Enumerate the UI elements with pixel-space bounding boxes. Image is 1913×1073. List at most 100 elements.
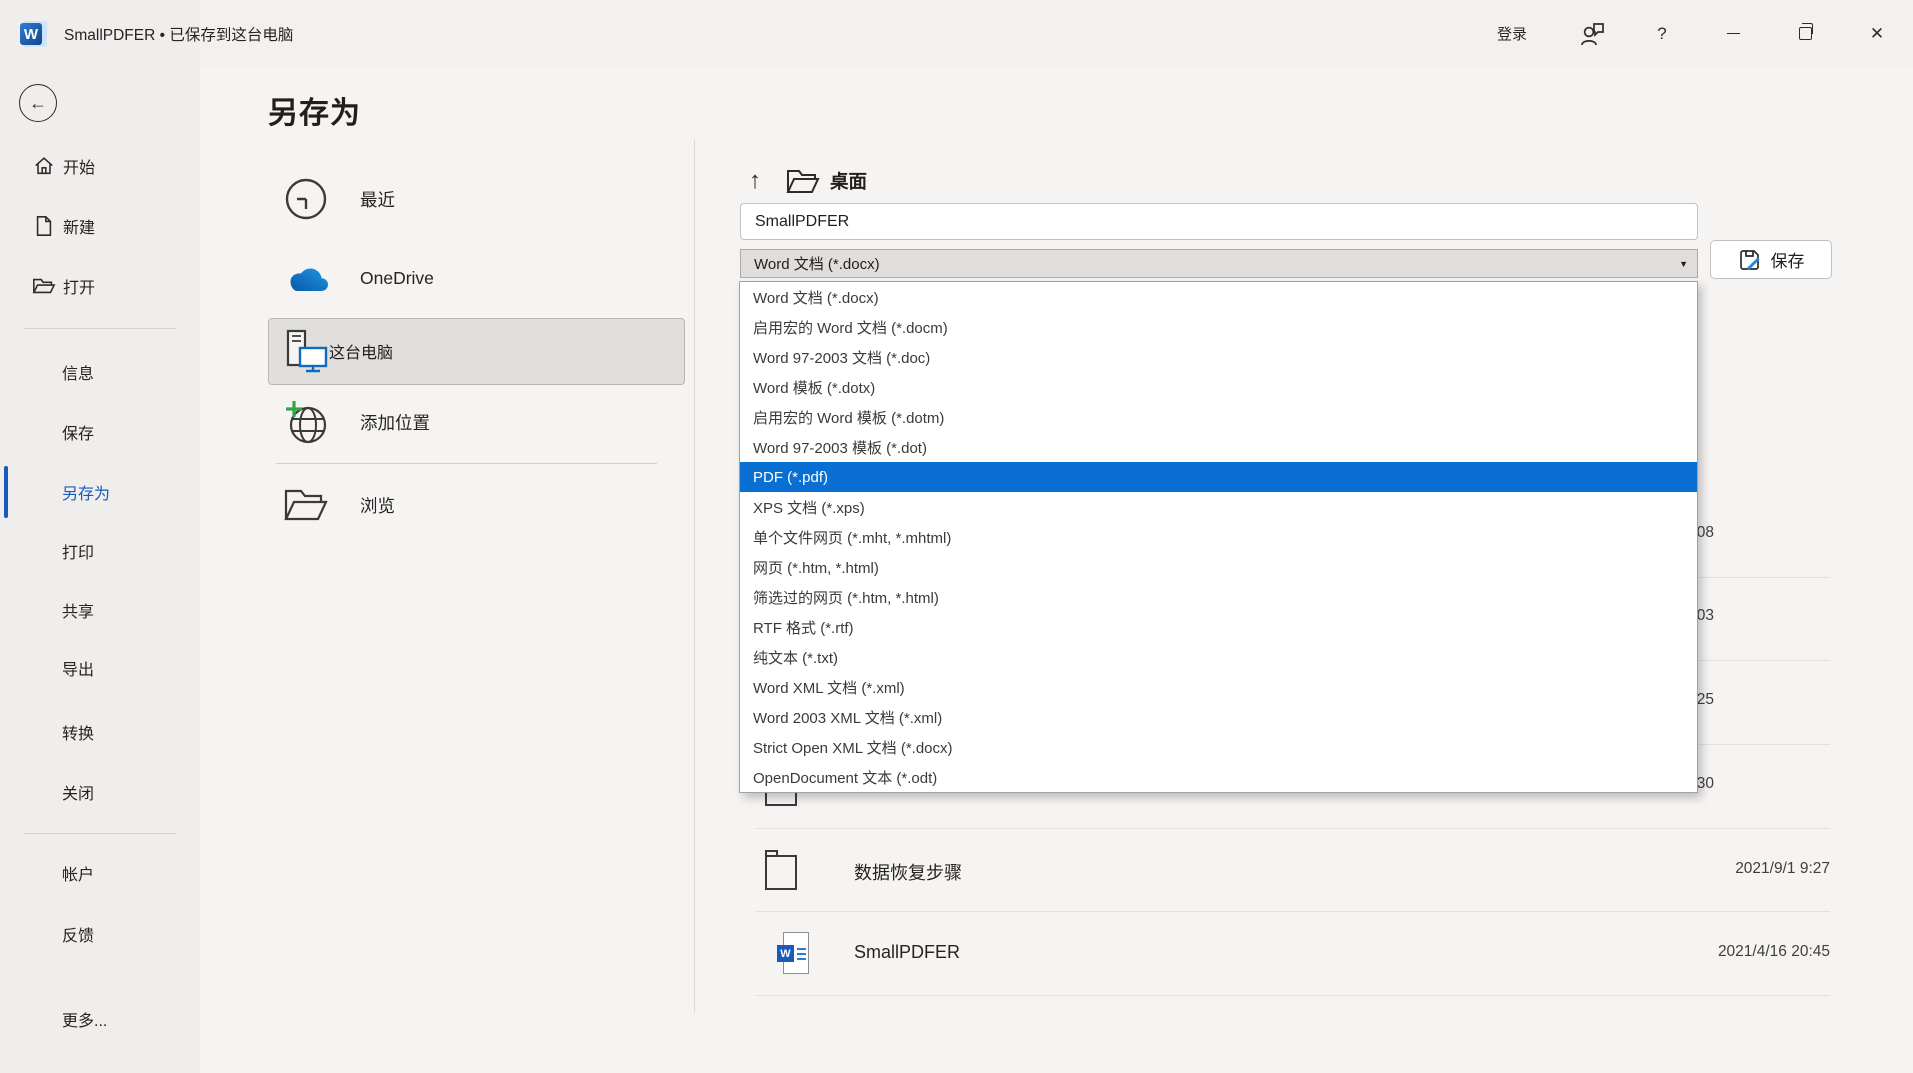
sidebar-item-label: 保存 (0, 420, 94, 444)
file-name: 数据恢复步骤 (854, 859, 962, 885)
column-divider (694, 140, 695, 1013)
file-date: 2021/9/1 9:27 (1735, 860, 1830, 878)
format-option[interactable]: 启用宏的 Word 模板 (*.dotm) (740, 402, 1697, 432)
hidden-row-date-fragment: 30 (1697, 775, 1714, 793)
sidebar-item-label: 另存为 (0, 480, 110, 504)
save-button-label: 保存 (1771, 247, 1805, 272)
file-row[interactable]: W SmallPDFER 2021/4/16 20:45 (755, 911, 1830, 995)
place-add[interactable]: 添加位置 (280, 394, 680, 450)
format-option[interactable]: 单个文件网页 (*.mht, *.mhtml) (740, 522, 1697, 552)
new-document-icon (31, 215, 57, 237)
open-folder-icon (31, 276, 57, 296)
this-pc-icon (281, 328, 329, 374)
place-label: 添加位置 (360, 410, 430, 435)
format-option[interactable]: Word 文档 (*.docx) (740, 282, 1697, 312)
format-select[interactable]: Word 文档 (*.docx) ▼ (740, 249, 1698, 278)
format-option[interactable]: XPS 文档 (*.xps) (740, 492, 1697, 522)
place-label: 最近 (360, 187, 395, 212)
word-app-icon: W (20, 19, 50, 49)
sidebar-item-label: 打开 (63, 274, 95, 298)
format-option[interactable]: 启用宏的 Word 文档 (*.docm) (740, 312, 1697, 342)
current-folder-name[interactable]: 桌面 (830, 168, 867, 194)
sidebar-item-share[interactable]: 共享 (0, 590, 200, 630)
sidebar-item-account[interactable]: 帐户 (0, 853, 200, 893)
location-breadcrumb: ↑ 桌面 (740, 160, 867, 202)
format-option[interactable]: Word 模板 (*.dotx) (740, 372, 1697, 402)
sidebar-item-label: 新建 (63, 214, 95, 238)
add-place-globe-icon (280, 399, 332, 445)
format-option[interactable]: Word XML 文档 (*.xml) (740, 672, 1697, 702)
sidebar-item-print[interactable]: 打印 (0, 531, 200, 571)
sidebar-item-label: 打印 (0, 539, 94, 563)
format-option[interactable]: 网页 (*.htm, *.html) (740, 552, 1697, 582)
sidebar-item-label: 共享 (0, 598, 94, 622)
format-option[interactable]: Word 97-2003 文档 (*.doc) (740, 342, 1697, 372)
sidebar-item-label: 信息 (0, 360, 94, 384)
minimize-icon (1727, 33, 1740, 34)
sidebar-item-label: 转换 (0, 720, 94, 744)
folder-open-icon (786, 168, 820, 195)
feedback-person-icon[interactable] (1557, 0, 1627, 67)
sidebar-divider (24, 833, 176, 834)
close-icon: ✕ (1870, 24, 1884, 44)
sidebar-item-feedback[interactable]: 反馈 (0, 914, 200, 954)
format-option[interactable]: RTF 格式 (*.rtf) (740, 612, 1697, 642)
folder-icon (764, 847, 798, 891)
place-label: OneDrive (360, 268, 434, 289)
format-option[interactable]: 纯文本 (*.txt) (740, 642, 1697, 672)
up-directory-icon[interactable]: ↑ (740, 167, 770, 195)
onedrive-cloud-icon (280, 263, 332, 293)
sidebar-item-label: 反馈 (0, 922, 94, 946)
save-floppy-icon (1738, 248, 1762, 272)
format-dropdown-list: Word 文档 (*.docx) 启用宏的 Word 文档 (*.docm) W… (739, 281, 1698, 793)
save-button[interactable]: 保存 (1710, 240, 1832, 279)
restore-icon (1799, 27, 1812, 40)
sidebar-item-label: 导出 (0, 656, 94, 680)
sidebar-item-label: 帐户 (0, 861, 94, 885)
help-button[interactable]: ? (1627, 0, 1697, 67)
place-label: 这台电脑 (329, 339, 393, 363)
title-bar: W SmallPDFER • 已保存到这台电脑 登录 ? ✕ (0, 0, 1913, 67)
sidebar-item-label: 关闭 (0, 780, 94, 804)
place-onedrive[interactable]: OneDrive (280, 250, 680, 306)
sidebar-item-transform[interactable]: 转换 (0, 712, 200, 752)
back-button[interactable]: ← (19, 84, 57, 122)
sidebar-item-label: 更多... (0, 1007, 107, 1031)
chevron-down-icon: ▼ (1679, 259, 1688, 269)
sidebar-item-save-as[interactable]: 另存为 (0, 472, 200, 512)
browse-folder-icon (280, 487, 332, 523)
place-this-pc[interactable]: 这台电脑 (268, 318, 685, 385)
row-divider (755, 995, 1830, 996)
place-label: 浏览 (360, 493, 395, 518)
place-recent[interactable]: 最近 (280, 171, 680, 227)
restore-button[interactable] (1769, 0, 1841, 67)
format-option-selected[interactable]: PDF (*.pdf) (740, 462, 1697, 492)
minimize-button[interactable] (1697, 0, 1769, 67)
sidebar-item-open[interactable]: 打开 (0, 266, 200, 306)
sidebar-item-save[interactable]: 保存 (0, 412, 200, 452)
sidebar-item-home[interactable]: 开始 (0, 146, 200, 186)
format-selected-value: Word 文档 (*.docx) (754, 253, 880, 274)
filename-input[interactable] (740, 203, 1698, 240)
close-button[interactable]: ✕ (1841, 0, 1913, 67)
back-arrow-icon: ← (29, 93, 47, 114)
format-option[interactable]: 筛选过的网页 (*.htm, *.html) (740, 582, 1697, 612)
clock-icon (280, 177, 332, 221)
format-option[interactable]: Strict Open XML 文档 (*.docx) (740, 732, 1697, 762)
sidebar-item-new[interactable]: 新建 (0, 206, 200, 246)
page-title: 另存为 (268, 88, 361, 132)
places-divider (276, 463, 657, 464)
sidebar-item-more[interactable]: 更多... (0, 999, 200, 1039)
sidebar-item-label: 开始 (63, 154, 95, 178)
sidebar-item-info[interactable]: 信息 (0, 352, 200, 392)
format-option[interactable]: Word 2003 XML 文档 (*.xml) (740, 702, 1697, 732)
hidden-row-date-fragment: 25 (1697, 691, 1714, 709)
sidebar-item-close[interactable]: 关闭 (0, 772, 200, 812)
format-option[interactable]: OpenDocument 文本 (*.odt) (740, 762, 1697, 792)
window-title: SmallPDFER • 已保存到这台电脑 (64, 0, 293, 67)
sign-in-button[interactable]: 登录 (1467, 0, 1557, 67)
sidebar-item-export[interactable]: 导出 (0, 648, 200, 688)
format-option[interactable]: Word 97-2003 模板 (*.dot) (740, 432, 1697, 462)
place-browse[interactable]: 浏览 (280, 477, 680, 533)
file-row[interactable]: 数据恢复步骤 2021/9/1 9:27 (755, 828, 1830, 911)
